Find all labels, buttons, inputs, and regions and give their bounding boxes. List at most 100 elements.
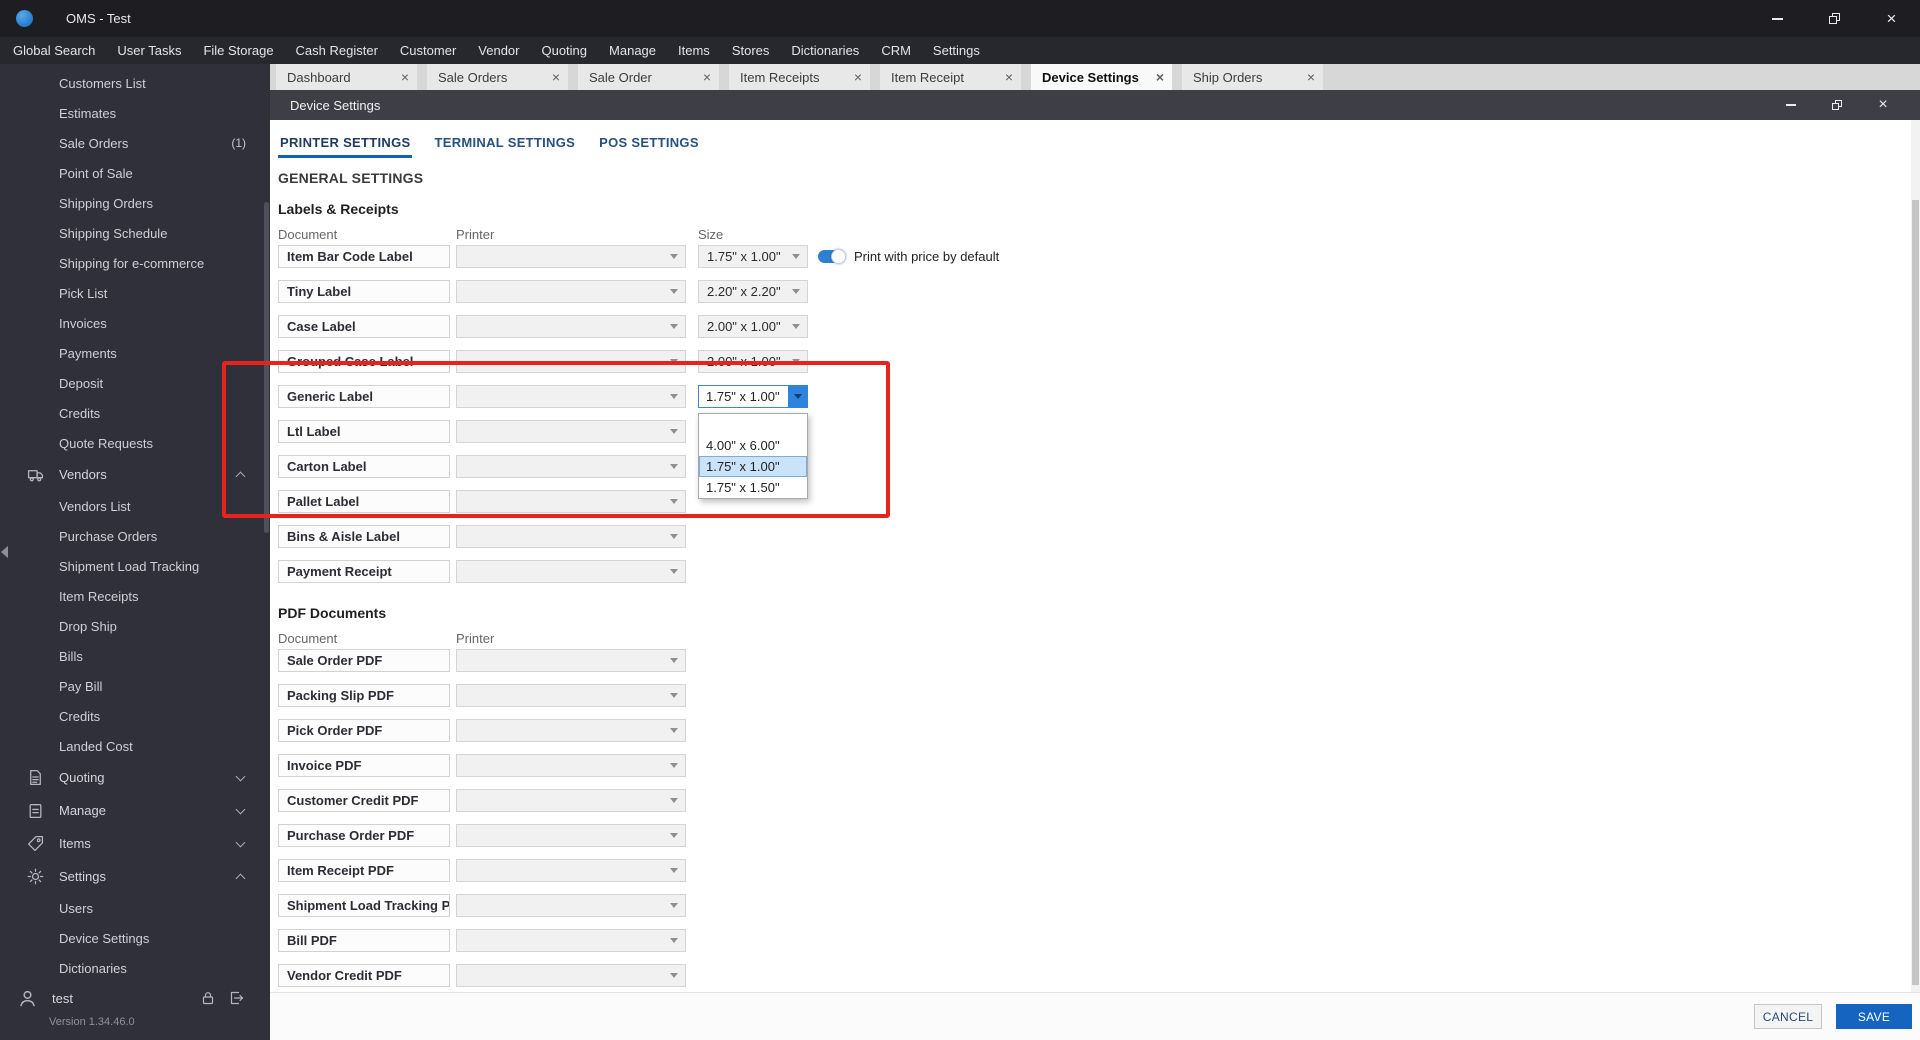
sidebar-item-landed-cost[interactable]: Landed Cost xyxy=(0,731,270,761)
sidebar-item-shipping-orders[interactable]: Shipping Orders xyxy=(0,188,270,218)
dropdown-option-4-00-x-6-00[interactable]: 4.00" x 6.00" xyxy=(699,435,807,456)
tab-device-settings[interactable]: Device Settings × xyxy=(1031,64,1172,90)
tab-close-icon[interactable]: × xyxy=(1307,70,1315,84)
menu-item-settings[interactable]: Settings xyxy=(922,37,991,64)
sidebar-scrollbar-thumb[interactable] xyxy=(264,202,269,533)
dropdown-option-1-75-x-1-00[interactable]: 1.75" x 1.00" xyxy=(699,456,807,477)
panel-tab-pos-settings[interactable]: POS SETTINGS xyxy=(597,135,701,158)
user-menu[interactable]: test xyxy=(0,985,270,1011)
sidebar-item-pay-bill[interactable]: Pay Bill xyxy=(0,671,270,701)
printer-select[interactable] xyxy=(456,420,686,443)
tab-sale-order[interactable]: Sale Order × xyxy=(578,64,719,90)
sidebar-item-item-receipts[interactable]: Item Receipts xyxy=(0,581,270,611)
printer-select[interactable] xyxy=(456,245,686,268)
panel-tab-terminal-settings[interactable]: TERMINAL SETTINGS xyxy=(432,135,577,158)
sidebar-item-sale-orders[interactable]: Sale Orders (1) xyxy=(0,128,270,158)
menu-item-stores[interactable]: Stores xyxy=(721,37,781,64)
logout-icon[interactable] xyxy=(228,990,244,1006)
printer-select[interactable] xyxy=(456,789,686,812)
sidebar-item-dictionaries[interactable]: Dictionaries xyxy=(0,953,270,983)
menu-item-vendor[interactable]: Vendor xyxy=(467,37,530,64)
menu-item-crm[interactable]: CRM xyxy=(870,37,922,64)
sidebar-item-drop-ship[interactable]: Drop Ship xyxy=(0,611,270,641)
printer-select[interactable] xyxy=(456,280,686,303)
minimize-button[interactable] xyxy=(1749,0,1806,37)
scrollbar-thumb[interactable] xyxy=(1912,200,1919,985)
sidebar-collapse-handle[interactable] xyxy=(1,546,8,558)
printer-select[interactable] xyxy=(456,964,686,987)
size-select[interactable]: 1.75" x 1.00" xyxy=(698,245,808,268)
tab-close-icon[interactable]: × xyxy=(552,70,560,84)
menu-item-customer[interactable]: Customer xyxy=(389,37,467,64)
tab-sale-orders[interactable]: Sale Orders × xyxy=(427,64,568,90)
sidebar-item-invoices[interactable]: Invoices xyxy=(0,308,270,338)
panel-close-button[interactable]: × xyxy=(1860,90,1906,120)
panel-maximize-button[interactable] xyxy=(1814,90,1860,120)
sidebar-section-settings[interactable]: Settings xyxy=(0,860,270,893)
sidebar-item-pick-list[interactable]: Pick List xyxy=(0,278,270,308)
sidebar-item-quote-requests[interactable]: Quote Requests xyxy=(0,428,270,458)
tab-close-icon[interactable]: × xyxy=(703,70,711,84)
lock-icon[interactable] xyxy=(200,990,216,1006)
printer-select[interactable] xyxy=(456,385,686,408)
menu-item-cash-register[interactable]: Cash Register xyxy=(285,37,389,64)
print-with-price-toggle[interactable] xyxy=(818,249,846,264)
tab-close-icon[interactable]: × xyxy=(401,70,409,84)
printer-select[interactable] xyxy=(456,350,686,373)
combobox-dropdown-button[interactable] xyxy=(788,385,808,408)
printer-select[interactable] xyxy=(456,525,686,548)
printer-select[interactable] xyxy=(456,894,686,917)
save-button[interactable]: SAVE xyxy=(1836,1004,1912,1029)
size-select[interactable]: 2.00" x 1.00" xyxy=(698,315,808,338)
sidebar-item-shipment-load-tracking[interactable]: Shipment Load Tracking xyxy=(0,551,270,581)
maximize-button[interactable] xyxy=(1806,0,1863,37)
sidebar-section-quoting[interactable]: Quoting xyxy=(0,761,270,794)
printer-select[interactable] xyxy=(456,315,686,338)
printer-select[interactable] xyxy=(456,929,686,952)
menu-item-dictionaries[interactable]: Dictionaries xyxy=(780,37,870,64)
printer-select[interactable] xyxy=(456,490,686,513)
sidebar-item-customers-list[interactable]: Customers List xyxy=(0,68,270,98)
menu-item-quoting[interactable]: Quoting xyxy=(530,37,598,64)
printer-select[interactable] xyxy=(456,684,686,707)
size-combobox[interactable]: 1.75" x 1.00" 4.00" x 6.00" 1.75" x 1.00" 1… xyxy=(698,385,808,499)
printer-select[interactable] xyxy=(456,754,686,777)
size-select[interactable]: 2.20" x 2.20" xyxy=(698,280,808,303)
menu-item-manage[interactable]: Manage xyxy=(598,37,667,64)
sidebar-item-shipping-for-e-commerce[interactable]: Shipping for e-commerce xyxy=(0,248,270,278)
sidebar-item-payments[interactable]: Payments xyxy=(0,338,270,368)
printer-select[interactable] xyxy=(456,859,686,882)
tab-close-icon[interactable]: × xyxy=(854,70,862,84)
sidebar-item-point-of-sale[interactable]: Point of Sale xyxy=(0,158,270,188)
sidebar-section-items[interactable]: Items xyxy=(0,827,270,860)
printer-select[interactable] xyxy=(456,560,686,583)
close-button[interactable]: × xyxy=(1863,0,1920,37)
panel-tab-printer-settings[interactable]: PRINTER SETTINGS xyxy=(278,135,413,158)
printer-select[interactable] xyxy=(456,719,686,742)
sidebar-section-vendors[interactable]: Vendors xyxy=(0,458,270,491)
printer-select[interactable] xyxy=(456,455,686,478)
dropdown-option-1-75-x-1-50[interactable]: 1.75" x 1.50" xyxy=(699,477,807,498)
sidebar-item-bills[interactable]: Bills xyxy=(0,641,270,671)
panel-minimize-button[interactable] xyxy=(1768,90,1814,120)
scrollbar-track[interactable] xyxy=(1911,120,1920,992)
sidebar-item-credits[interactable]: Credits xyxy=(0,398,270,428)
sidebar-item-users[interactable]: Users xyxy=(0,893,270,923)
cancel-button[interactable]: CANCEL xyxy=(1754,1004,1822,1029)
size-select[interactable]: 2.00" x 1.00" xyxy=(698,350,808,373)
tab-item-receipts[interactable]: Item Receipts × xyxy=(729,64,870,90)
tab-item-receipt[interactable]: Item Receipt × xyxy=(880,64,1021,90)
sidebar-section-manage[interactable]: Manage xyxy=(0,794,270,827)
sidebar-item-shipping-schedule[interactable]: Shipping Schedule xyxy=(0,218,270,248)
menu-item-user-tasks[interactable]: User Tasks xyxy=(106,37,192,64)
tab-close-icon[interactable]: × xyxy=(1005,70,1013,84)
sidebar-item-deposit[interactable]: Deposit xyxy=(0,368,270,398)
sidebar-item-credits[interactable]: Credits xyxy=(0,701,270,731)
menu-item-items[interactable]: Items xyxy=(667,37,721,64)
tab-close-icon[interactable]: × xyxy=(1156,70,1164,84)
menu-item-global-search[interactable]: Global Search xyxy=(2,37,106,64)
sidebar-item-purchase-orders[interactable]: Purchase Orders xyxy=(0,521,270,551)
sidebar-item-vendors-list[interactable]: Vendors List xyxy=(0,491,270,521)
tab-ship-orders[interactable]: Ship Orders × xyxy=(1182,64,1323,90)
sidebar-item-estimates[interactable]: Estimates xyxy=(0,98,270,128)
